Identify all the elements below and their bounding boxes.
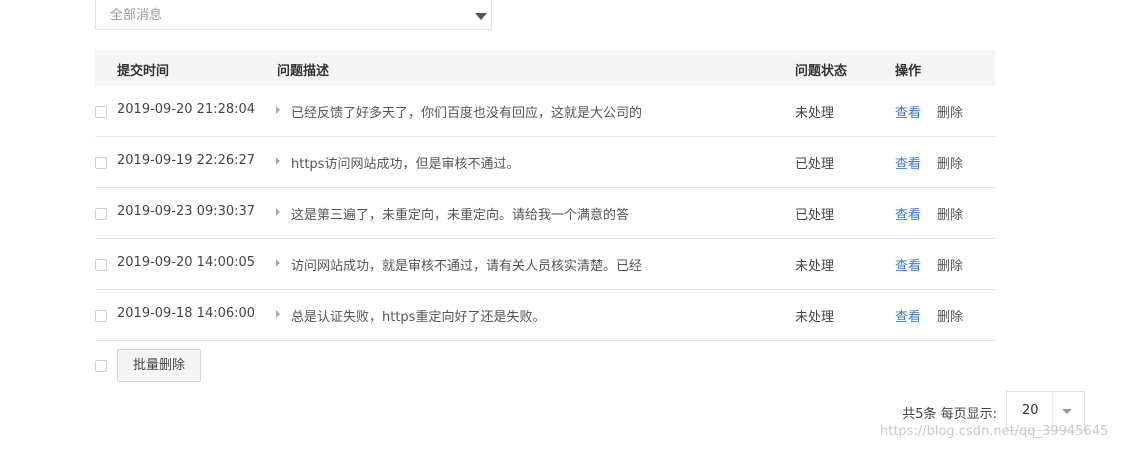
table-row: 2019-09-23 09:30:37 这是第三遍了，未重定向，未重定向。请给我… (95, 188, 995, 239)
table-row: 2019-09-19 22:26:27 https访问网站成功，但是审核不通过。… (95, 137, 995, 188)
delete-link[interactable]: 删除 (937, 153, 963, 172)
view-link[interactable]: 查看 (895, 204, 921, 223)
filter-value: 全部消息 (110, 8, 163, 23)
expand-arrow-icon[interactable] (276, 259, 280, 267)
table-header: 提交时间 问题描述 问题状态 操作 (95, 50, 995, 86)
expand-arrow-icon[interactable] (276, 208, 280, 216)
description: 已经反馈了好多天了，你们百度也没有回应，这就是大公司的 (291, 106, 643, 121)
submit-time: 2019-09-19 22:26:27 (117, 153, 256, 168)
view-link[interactable]: 查看 (895, 255, 921, 274)
view-link[interactable]: 查看 (895, 306, 921, 325)
caret-down-icon (1062, 409, 1072, 414)
header-submit-time: 提交时间 (117, 64, 170, 79)
delete-link[interactable]: 删除 (937, 306, 963, 325)
description: 访问网站成功，就是审核不通过，请有关人员核实清楚。已经 (291, 259, 643, 274)
delete-link[interactable]: 删除 (937, 204, 963, 223)
status: 未处理 (795, 310, 835, 325)
description: 总是认证失败，https重定向好了还是失败。 (291, 310, 546, 325)
view-link[interactable]: 查看 (895, 102, 921, 121)
message-filter-select[interactable]: 全部消息 (95, 0, 492, 30)
total-count-label: 共5条 每页显示: (902, 407, 997, 422)
description: https访问网站成功，但是审核不通过。 (291, 157, 520, 172)
row-checkbox[interactable] (95, 157, 107, 169)
row-checkbox[interactable] (95, 106, 107, 118)
submit-time: 2019-09-20 14:00:05 (117, 255, 256, 270)
select-all-checkbox[interactable] (95, 360, 107, 372)
row-checkbox[interactable] (95, 259, 107, 271)
table-row: 2019-09-20 21:28:04 已经反馈了好多天了，你们百度也没有回应，… (95, 86, 995, 137)
table-row: 2019-09-18 14:06:00 总是认证失败，https重定向好了还是失… (95, 290, 995, 341)
expand-arrow-icon[interactable] (276, 310, 280, 318)
page-size-value: 20 (1022, 403, 1039, 418)
status: 未处理 (795, 106, 835, 121)
caret-down-icon (475, 13, 487, 20)
status: 已处理 (795, 208, 835, 223)
description: 这是第三遍了，未重定向，未重定向。请给我一个满意的答 (291, 208, 630, 223)
batch-delete-button[interactable]: 批量删除 (117, 349, 201, 382)
status: 已处理 (795, 157, 835, 172)
header-description: 问题描述 (277, 64, 330, 79)
status: 未处理 (795, 259, 835, 274)
view-link[interactable]: 查看 (895, 153, 921, 172)
feedback-table: 提交时间 问题描述 问题状态 操作 2019-09-20 21:28:04 已经… (95, 50, 995, 341)
expand-arrow-icon[interactable] (276, 157, 280, 165)
header-actions: 操作 (895, 64, 922, 79)
table-row: 2019-09-20 14:00:05 访问网站成功，就是审核不通过，请有关人员… (95, 239, 995, 290)
delete-link[interactable]: 删除 (937, 255, 963, 274)
delete-link[interactable]: 删除 (937, 102, 963, 121)
submit-time: 2019-09-20 21:28:04 (117, 102, 256, 117)
submit-time: 2019-09-18 14:06:00 (117, 306, 256, 321)
row-checkbox[interactable] (95, 208, 107, 220)
expand-arrow-icon[interactable] (276, 106, 280, 114)
header-status: 问题状态 (795, 64, 848, 79)
row-checkbox[interactable] (95, 310, 107, 322)
submit-time: 2019-09-23 09:30:37 (117, 204, 256, 219)
watermark: https://blog.csdn.net/qq_39945645 (880, 424, 1109, 439)
